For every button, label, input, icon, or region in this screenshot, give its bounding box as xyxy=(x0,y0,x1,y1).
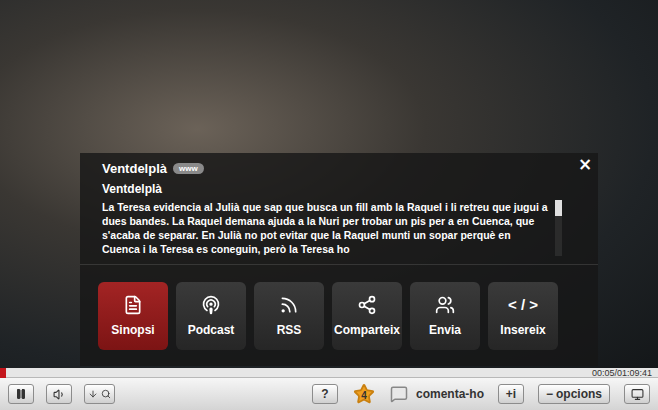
action-label: Envia xyxy=(429,323,461,337)
synopsis-area: La Teresa evidencia al Julià que sap que… xyxy=(102,200,562,256)
control-bar: ? 4 comenta-ho +i −opcions xyxy=(0,378,658,410)
fullscreen-icon xyxy=(631,388,644,401)
rating[interactable]: 4 xyxy=(352,383,376,405)
action-icon xyxy=(123,295,143,315)
volume-button[interactable] xyxy=(46,384,72,404)
info-panel: × Ventdelplà www Ventdelplà La Teresa eviden… xyxy=(80,153,598,366)
video-player: × Ventdelplà www Ventdelplà La Teresa eviden… xyxy=(0,0,658,410)
rating-count: 4 xyxy=(352,383,376,405)
progress-fill xyxy=(0,368,6,378)
action-button[interactable]: < / > Insereix xyxy=(488,282,558,350)
progress-track[interactable] xyxy=(0,368,586,378)
action-button[interactable]: Podcast xyxy=(176,282,246,350)
fullscreen-button[interactable] xyxy=(624,384,650,404)
video-frame[interactable]: × Ventdelplà www Ventdelplà La Teresa eviden… xyxy=(0,0,658,368)
www-badge[interactable]: www xyxy=(173,163,204,174)
magnifier-icon xyxy=(101,389,111,399)
action-icon xyxy=(357,295,377,315)
comment-label: comenta-ho xyxy=(416,387,484,401)
close-button[interactable]: × xyxy=(577,156,593,172)
action-icon xyxy=(201,295,221,315)
scrollbar[interactable] xyxy=(555,200,562,256)
scrollbar-thumb[interactable] xyxy=(555,200,562,216)
help-button[interactable]: ? xyxy=(312,384,338,404)
minus-icon: − xyxy=(546,387,553,401)
program-title: Ventdelplà xyxy=(102,161,167,176)
volume-icon xyxy=(53,388,66,401)
action-icon xyxy=(279,295,299,315)
action-label: Comparteix xyxy=(334,323,400,337)
speech-bubble-icon xyxy=(390,385,408,403)
comment-button[interactable]: comenta-ho xyxy=(390,385,484,403)
action-button[interactable]: RSS xyxy=(254,282,324,350)
pause-button[interactable] xyxy=(8,384,34,404)
time-display: 00:05/01:09:41 xyxy=(586,368,658,378)
options-button[interactable]: −opcions xyxy=(538,384,610,404)
left-controls xyxy=(8,384,115,404)
action-label: Insereix xyxy=(500,323,545,337)
synopsis-text: La Teresa evidencia al Julià que sap que… xyxy=(102,200,549,256)
progress-bar: 00:05/01:09:41 xyxy=(0,368,658,378)
action-label: Sinopsi xyxy=(111,323,154,337)
episode-title: Ventdelplà xyxy=(102,182,562,196)
action-label: RSS xyxy=(277,323,302,337)
arrow-down-icon xyxy=(88,389,98,399)
options-label: opcions xyxy=(556,387,602,401)
zoom-button[interactable] xyxy=(84,384,115,404)
pause-icon xyxy=(15,388,27,400)
embed-icon: < / > xyxy=(508,295,538,315)
action-button[interactable]: Comparteix xyxy=(332,282,402,350)
info-button[interactable]: +i xyxy=(498,384,524,404)
info-header: × Ventdelplà www Ventdelplà La Teresa eviden… xyxy=(80,153,598,265)
action-row: Sinopsi Podcast RSS Comparteix Envia < / > Ins… xyxy=(80,265,598,366)
action-icon xyxy=(435,295,455,315)
action-label: Podcast xyxy=(188,323,235,337)
action-button[interactable]: Envia xyxy=(410,282,480,350)
action-button[interactable]: Sinopsi xyxy=(98,282,168,350)
title-row: Ventdelplà www xyxy=(102,161,562,176)
